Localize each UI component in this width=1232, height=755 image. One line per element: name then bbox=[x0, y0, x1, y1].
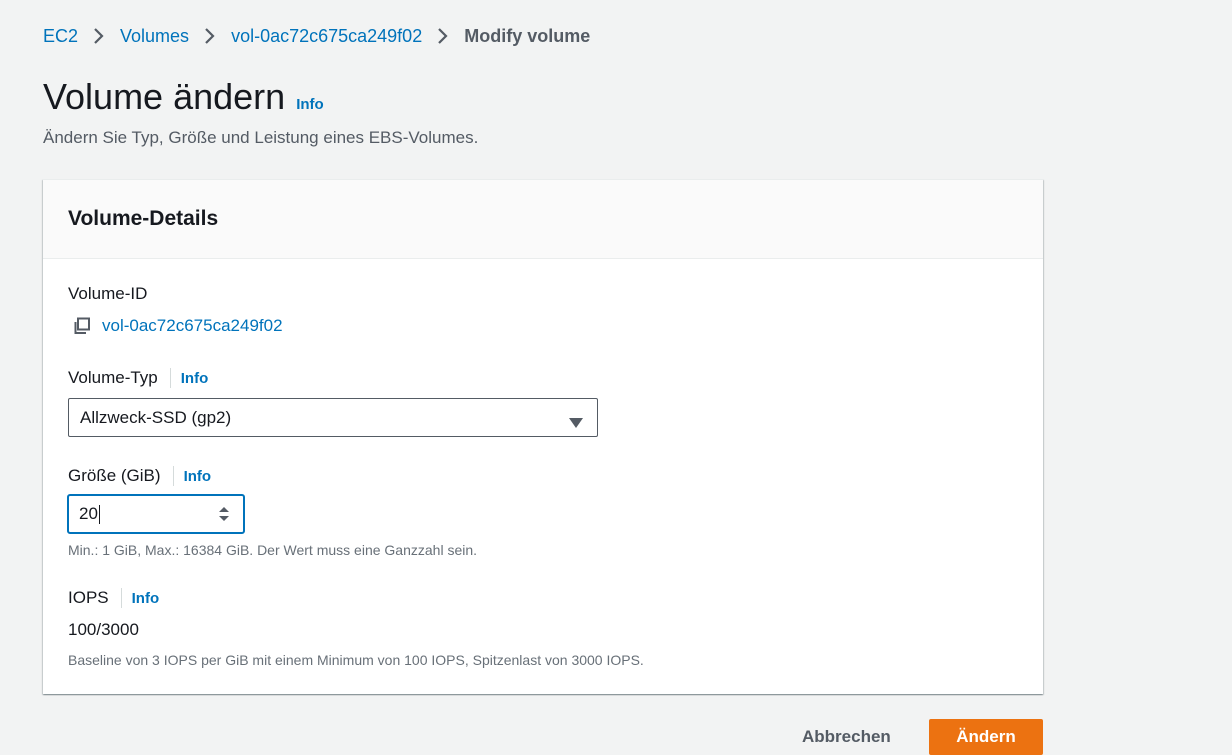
chevron-right-icon bbox=[86, 24, 112, 48]
volume-type-label-text: Volume-Typ bbox=[68, 368, 158, 387]
page-info-link[interactable]: Info bbox=[296, 96, 324, 113]
breadcrumb-ec2[interactable]: EC2 bbox=[43, 26, 78, 47]
page-description: Ändern Sie Typ, Größe und Leistung eines… bbox=[43, 128, 479, 147]
modify-button[interactable]: Ändern bbox=[929, 719, 1043, 755]
iops-value: 100/3000 bbox=[68, 620, 139, 639]
text-cursor bbox=[98, 504, 100, 524]
size-label: Größe (GiB) Info bbox=[68, 466, 211, 486]
caret-down-icon bbox=[569, 413, 583, 428]
size-input-value: 20 bbox=[79, 504, 98, 523]
spinner-icon[interactable] bbox=[217, 504, 231, 524]
volume-type-label: Volume-Typ Info bbox=[68, 368, 208, 388]
volume-details-card: Volume-Details Volume-ID vol-0ac72c675ca… bbox=[43, 179, 1043, 694]
copy-icon[interactable] bbox=[72, 316, 92, 336]
iops-info-link[interactable]: Info bbox=[132, 590, 160, 607]
size-label-text: Größe (GiB) bbox=[68, 466, 161, 485]
iops-label-text: IOPS bbox=[68, 588, 109, 607]
breadcrumb-volume-id[interactable]: vol-0ac72c675ca249f02 bbox=[231, 26, 422, 47]
chevron-right-icon bbox=[197, 24, 223, 48]
volume-id-label: Volume-ID bbox=[68, 284, 147, 304]
volume-id-row: vol-0ac72c675ca249f02 bbox=[72, 316, 283, 336]
iops-hint: Baseline von 3 IOPS per GiB mit einem Mi… bbox=[68, 652, 644, 668]
chevron-right-icon bbox=[430, 24, 456, 48]
volume-id-label-text: Volume-ID bbox=[68, 284, 148, 303]
volume-type-info-link[interactable]: Info bbox=[181, 370, 209, 387]
size-hint: Min.: 1 GiB, Max.: 16384 GiB. Der Wert m… bbox=[68, 542, 478, 558]
breadcrumb: EC2 Volumes vol-0ac72c675ca249f02 Modify… bbox=[43, 24, 590, 48]
label-divider bbox=[172, 466, 174, 486]
volume-type-selected-value: Allzweck-SSD (gp2) bbox=[80, 407, 232, 427]
volume-type-select[interactable]: Allzweck-SSD (gp2) bbox=[68, 398, 598, 437]
page-header: Volume ändern Info bbox=[43, 76, 324, 118]
breadcrumb-current: Modify volume bbox=[464, 25, 591, 46]
cancel-button[interactable]: Abbrechen bbox=[802, 727, 891, 747]
size-info-link[interactable]: Info bbox=[184, 468, 212, 485]
card-title: Volume-Details bbox=[68, 207, 219, 230]
volume-id-link[interactable]: vol-0ac72c675ca249f02 bbox=[102, 316, 283, 336]
form-actions: Abbrechen Ändern bbox=[0, 719, 1232, 755]
breadcrumb-volumes[interactable]: Volumes bbox=[120, 26, 189, 47]
size-input[interactable]: 20 bbox=[67, 494, 245, 534]
iops-label: IOPS Info bbox=[68, 588, 159, 608]
label-divider bbox=[169, 368, 171, 388]
page-title: Volume ändern bbox=[43, 76, 286, 117]
card-header: Volume-Details bbox=[43, 180, 1043, 259]
label-divider bbox=[120, 588, 122, 608]
